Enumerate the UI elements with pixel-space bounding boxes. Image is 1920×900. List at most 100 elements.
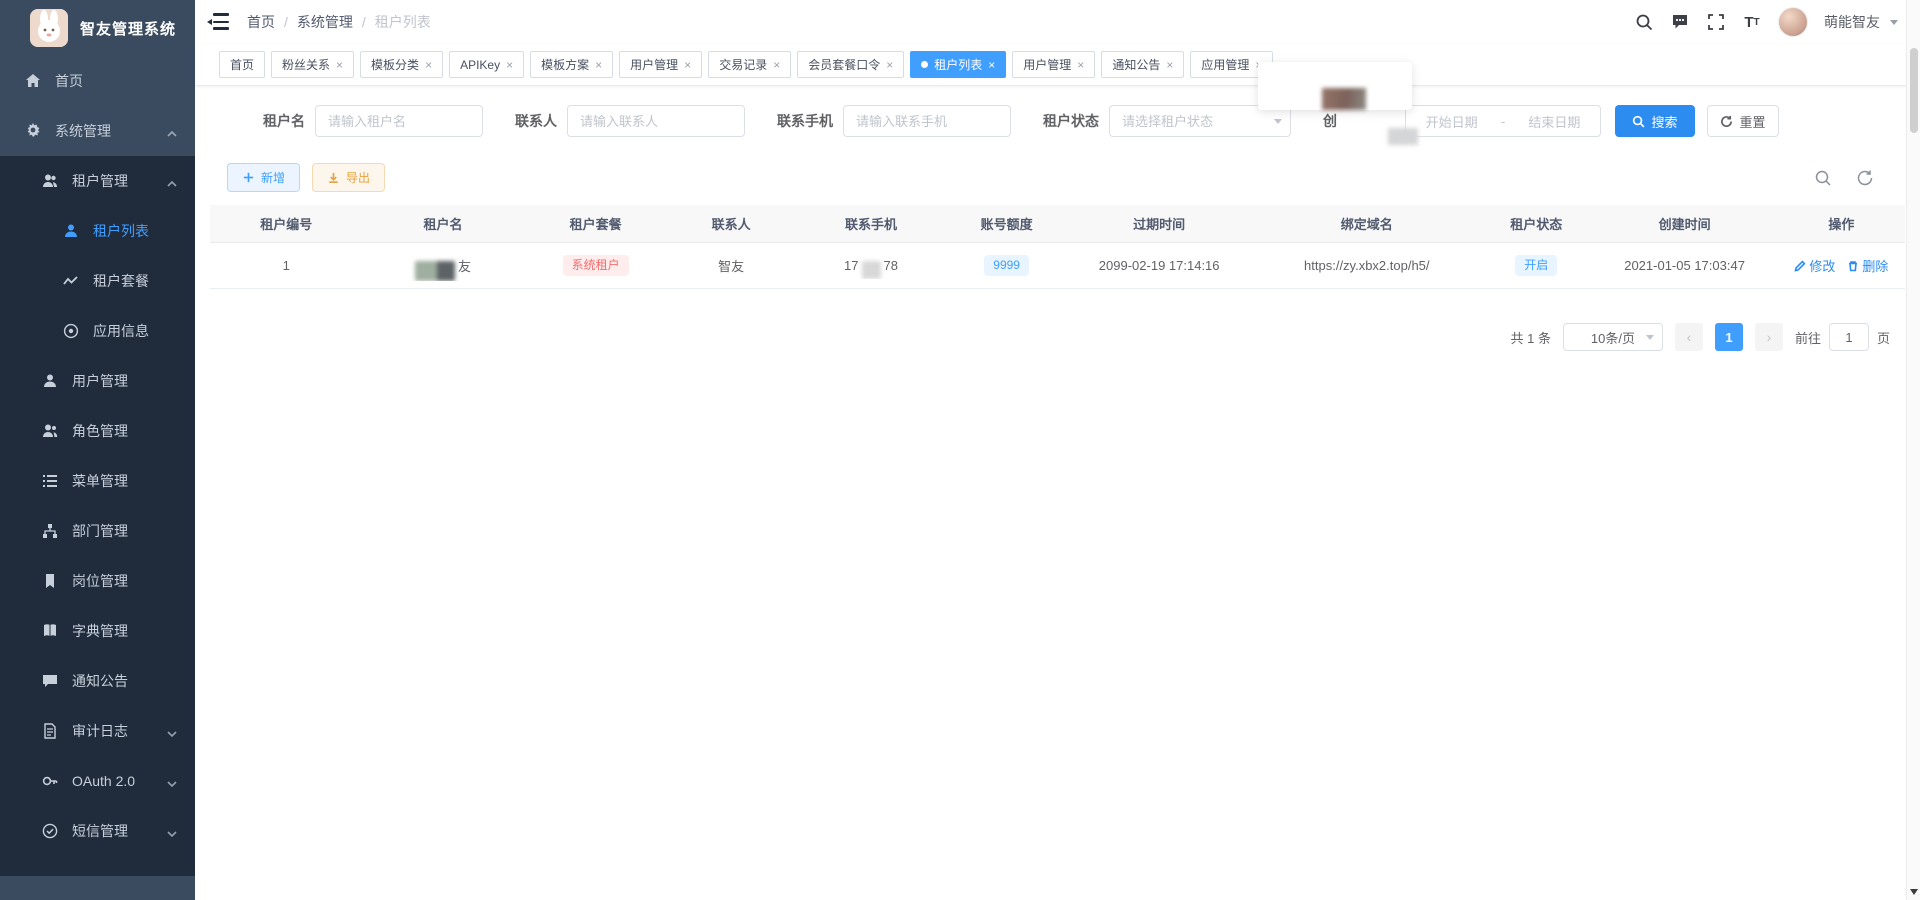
search-icon[interactable] bbox=[1634, 12, 1654, 32]
tab-member-package-code[interactable]: 会员套餐口令× bbox=[797, 51, 904, 78]
pagination: 共 1 条 10条/页 ‹ 1 › 前往 页 bbox=[1511, 323, 1891, 351]
delete-link[interactable]: 删除 bbox=[1847, 256, 1888, 275]
shield-check-icon bbox=[42, 823, 58, 839]
prev-page-button[interactable]: ‹ bbox=[1675, 323, 1703, 351]
page-size-select[interactable]: 10条/页 bbox=[1563, 323, 1663, 351]
tab-tenant-list[interactable]: 租户列表× bbox=[910, 51, 1006, 78]
sidebar-item-dict-mgmt[interactable]: 字典管理 bbox=[0, 606, 195, 656]
chevron-up-icon bbox=[167, 176, 177, 186]
sidebar-item-system[interactable]: 系统管理 bbox=[0, 106, 195, 156]
close-icon[interactable]: × bbox=[773, 59, 780, 71]
close-icon[interactable]: × bbox=[684, 59, 691, 71]
chevron-down-icon[interactable] bbox=[1890, 20, 1898, 25]
close-icon[interactable]: × bbox=[886, 59, 893, 71]
vertical-scrollbar[interactable] bbox=[1906, 0, 1920, 900]
col-header-actions: 操作 bbox=[1778, 214, 1905, 233]
table-row: 1 友 系统租户 智友 17 78 9999 bbox=[210, 243, 1905, 289]
trash-icon bbox=[1847, 260, 1859, 272]
cell-phone: 17 78 bbox=[795, 253, 948, 279]
sidebar-item-tenant-package[interactable]: 租户套餐 bbox=[0, 256, 195, 306]
close-icon[interactable]: × bbox=[1166, 59, 1173, 71]
scroll-down-arrow-icon[interactable] bbox=[1907, 884, 1920, 900]
chevron-down-icon bbox=[167, 826, 177, 836]
close-icon[interactable]: × bbox=[595, 59, 602, 71]
content: 租户名 联系人 联系手机 租户状态 bbox=[195, 86, 1920, 900]
sidebar-item-oauth[interactable]: OAuth 2.0 bbox=[0, 756, 195, 806]
sidebar-item-post-mgmt[interactable]: 岗位管理 bbox=[0, 556, 195, 606]
status-label: 租户状态 bbox=[1043, 111, 1099, 131]
date-start-placeholder: 开始日期 bbox=[1426, 112, 1478, 131]
col-header-domain: 绑定域名 bbox=[1252, 214, 1481, 233]
message-icon[interactable] bbox=[1670, 12, 1690, 32]
close-icon[interactable]: × bbox=[506, 59, 513, 71]
font-size-icon[interactable]: TT bbox=[1742, 12, 1762, 32]
top-navbar: 首页 / 系统管理 / 租户列表 TT 萌能智友 bbox=[195, 0, 1920, 44]
export-button[interactable]: 导出 bbox=[312, 163, 385, 192]
sidebar-submenu: 租户管理 租户列表 租户套餐 应用信息 用户管理 角色管理 bbox=[0, 156, 195, 876]
sidebar-item-audit-log[interactable]: 审计日志 bbox=[0, 706, 195, 756]
col-header-quota: 账号额度 bbox=[947, 214, 1066, 233]
breadcrumb-home[interactable]: 首页 bbox=[247, 12, 275, 32]
cell-package: 系统租户 bbox=[524, 255, 668, 275]
created-label-partial: 创 bbox=[1323, 111, 1337, 131]
sidebar-item-dept-mgmt[interactable]: 部门管理 bbox=[0, 506, 195, 556]
edit-link[interactable]: 修改 bbox=[1794, 256, 1835, 275]
active-dot bbox=[921, 61, 928, 68]
sidebar-item-sms-mgmt[interactable]: 短信管理 bbox=[0, 806, 195, 856]
contact-input[interactable] bbox=[567, 105, 745, 137]
tab-user-mgmt-2[interactable]: 用户管理× bbox=[1012, 51, 1095, 78]
sidebar-item-tenant-mgmt[interactable]: 租户管理 bbox=[0, 156, 195, 206]
close-icon[interactable]: × bbox=[988, 59, 995, 71]
avatar[interactable] bbox=[1778, 7, 1808, 37]
close-icon[interactable]: × bbox=[336, 59, 343, 71]
reset-button[interactable]: 重置 bbox=[1707, 105, 1779, 137]
tab-template-plan[interactable]: 模板方案× bbox=[530, 51, 613, 78]
tabbar: 首页 粉丝关系× 模板分类× APIKey× 模板方案× 用户管理 × 交易记录×… bbox=[195, 44, 1920, 86]
col-header-created: 创建时间 bbox=[1591, 214, 1777, 233]
zoom-table-icon[interactable] bbox=[1813, 168, 1833, 188]
logo-row[interactable]: 智友管理系统 bbox=[0, 0, 195, 56]
sidebar-item-role-mgmt[interactable]: 角色管理 bbox=[0, 406, 195, 456]
tenant-name-label: 租户名 bbox=[263, 111, 305, 131]
tenant-name-input[interactable] bbox=[315, 105, 483, 137]
sidebar-collapse-icon[interactable] bbox=[207, 13, 229, 31]
sidebar-item-label: 审计日志 bbox=[72, 721, 128, 741]
create-time-daterange[interactable]: 开始日期 - 结束日期 bbox=[1405, 105, 1601, 137]
gear-icon bbox=[25, 123, 41, 139]
page-number-1[interactable]: 1 bbox=[1715, 323, 1743, 351]
tab-user-mgmt-1[interactable]: 用户管理 × bbox=[619, 51, 702, 78]
breadcrumb-system[interactable]: 系统管理 bbox=[297, 12, 353, 32]
app-root: 智友管理系统 首页 系统管理 租户管理 租户列表 租户套餐 bbox=[0, 0, 1920, 900]
goto-page-input[interactable] bbox=[1829, 323, 1869, 351]
sidebar-item-tenant-list[interactable]: 租户列表 bbox=[0, 206, 195, 256]
phone-prefix: 17 bbox=[844, 258, 858, 273]
breadcrumb: 首页 / 系统管理 / 租户列表 bbox=[247, 12, 431, 32]
next-page-button[interactable]: › bbox=[1755, 323, 1783, 351]
cell-domain: https://zy.xbx2.top/h5/ bbox=[1252, 258, 1481, 273]
sidebar-item-home[interactable]: 首页 bbox=[0, 56, 195, 106]
add-button[interactable]: 新增 bbox=[227, 163, 300, 192]
refresh-table-icon[interactable] bbox=[1855, 168, 1875, 188]
tab-label: 用户管理 bbox=[630, 56, 678, 73]
tab-apikey[interactable]: APIKey× bbox=[449, 51, 524, 78]
fullscreen-icon[interactable] bbox=[1706, 12, 1726, 32]
close-icon[interactable]: × bbox=[1077, 59, 1084, 71]
tab-trade-record[interactable]: 交易记录× bbox=[708, 51, 791, 78]
sidebar-item-menu-mgmt[interactable]: 菜单管理 bbox=[0, 456, 195, 506]
tab-notice[interactable]: 通知公告× bbox=[1101, 51, 1184, 78]
search-button[interactable]: 搜索 bbox=[1615, 105, 1695, 137]
sidebar-item-notice[interactable]: 通知公告 bbox=[0, 656, 195, 706]
col-header-contact: 联系人 bbox=[668, 214, 795, 233]
sidebar-item-user-mgmt[interactable]: 用户管理 bbox=[0, 356, 195, 406]
tab-home[interactable]: 首页 bbox=[219, 51, 265, 78]
phone-input[interactable] bbox=[843, 105, 1011, 137]
sidebar-item-app-info[interactable]: 应用信息 bbox=[0, 306, 195, 356]
scrollbar-thumb[interactable] bbox=[1910, 48, 1918, 133]
close-icon[interactable]: × bbox=[425, 59, 432, 71]
plus-icon bbox=[242, 171, 255, 184]
tab-fans[interactable]: 粉丝关系× bbox=[271, 51, 354, 78]
username[interactable]: 萌能智友 bbox=[1824, 12, 1880, 32]
sidebar-item-label: 角色管理 bbox=[72, 421, 128, 441]
col-header-expire: 过期时间 bbox=[1066, 214, 1252, 233]
tab-template-category[interactable]: 模板分类× bbox=[360, 51, 443, 78]
